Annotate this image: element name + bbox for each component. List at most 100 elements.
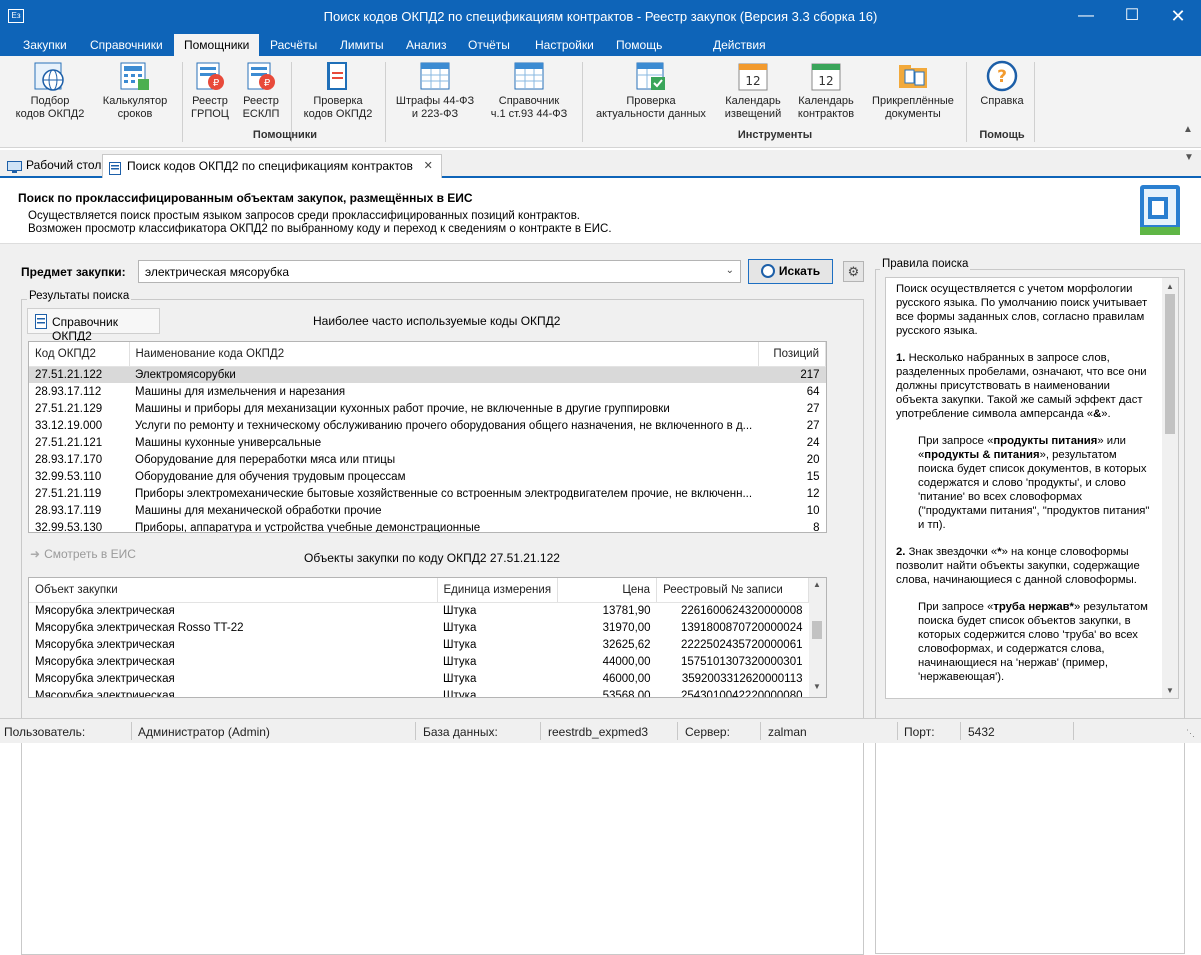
settings-gear-icon[interactable]: ⚙: [843, 261, 864, 282]
view-in-eis-label: Смотреть в ЕИС: [44, 547, 136, 561]
menu-analysis[interactable]: Анализ: [396, 34, 457, 56]
price-cell: 31970,00: [602, 621, 651, 634]
help-button[interactable]: ? Справка: [974, 60, 1030, 108]
table-row[interactable]: 33.12.19.000 Услуги по ремонту и техничес…: [29, 417, 826, 434]
column-header-name[interactable]: Наименование кода ОКПД2: [129, 342, 759, 367]
rule-keyword: труба нержав*: [993, 601, 1074, 613]
column-header-positions[interactable]: Позиций: [758, 342, 826, 367]
data-actuality-button[interactable]: Проверка актуальности данных: [588, 60, 714, 121]
table-row[interactable]: Мясорубка электрическая Rosso TT-22 Штука…: [29, 619, 809, 636]
okpd2-selection-button[interactable]: Подбор кодов ОКПД2: [10, 60, 90, 121]
table-row[interactable]: 32.99.53.110 Оборудование для обучения тр…: [29, 468, 826, 485]
column-header-code[interactable]: Код ОКПД2: [29, 342, 130, 367]
menu-reports[interactable]: Отчёты: [458, 34, 520, 56]
column-header-object[interactable]: Объект закупки: [29, 578, 438, 603]
positions-cell: 10: [806, 504, 820, 517]
notices-calendar-button[interactable]: 12 Календарь извещений: [719, 60, 787, 121]
table-row[interactable]: Мясорубка электрическая Штука 53568,00 2543…: [29, 687, 809, 698]
close-button[interactable]: ✕: [1155, 0, 1201, 34]
search-input[interactable]: электрическая мясорубка: [145, 265, 289, 279]
table-row[interactable]: Мясорубка электрическая Штука 44000,00 1575…: [29, 653, 809, 670]
table-row[interactable]: 27.51.21.122 Электромясорубки 217: [29, 366, 826, 383]
positions-cell: 27: [806, 402, 820, 415]
scroll-up-icon[interactable]: ▲: [1166, 280, 1174, 294]
registry-ruble-icon: ₽: [245, 60, 277, 92]
ribbon-label: Прикреплённые документы: [872, 95, 954, 120]
okpd2-check-button[interactable]: Проверка кодов ОКПД2: [298, 60, 378, 121]
search-button[interactable]: Искать: [748, 259, 833, 284]
maximize-button[interactable]: ☐: [1109, 0, 1155, 34]
menu-purchases[interactable]: Закупки: [13, 34, 77, 56]
table-row[interactable]: 28.93.17.112 Машины для измельчения и нар…: [29, 383, 826, 400]
server-value: zalman: [768, 725, 807, 739]
table-row[interactable]: 32.99.53.130 Приборы, аппаратура и устрой…: [29, 519, 826, 533]
unit-cell: Штука: [443, 689, 477, 698]
esklp-registry-button[interactable]: ₽ Реестр ЕСКЛП: [238, 60, 284, 121]
menu-actions[interactable]: Действия: [703, 34, 776, 56]
name-cell: Машины для механической обработки прочие: [135, 504, 382, 517]
objects-scrollbar[interactable]: ▲ ▼: [809, 578, 826, 697]
rule-text: » результатом поиска будет список объект…: [918, 601, 1148, 683]
code-cell: 27.51.21.119: [35, 487, 102, 500]
close-tab-icon[interactable]: ✕: [424, 155, 433, 177]
okpd2-reference-button[interactable]: Справочник ОКПД2: [27, 308, 160, 343]
positions-cell: 217: [758, 366, 826, 383]
column-header-price[interactable]: Цена: [557, 578, 658, 603]
grpoc-registry-button[interactable]: ₽ Реестр ГРПОЦ: [187, 60, 233, 121]
chevron-down-icon[interactable]: ⌄: [726, 265, 734, 276]
scroll-thumb[interactable]: [1165, 294, 1175, 434]
table-row[interactable]: 27.51.21.119 Приборы электромеханические …: [29, 485, 826, 502]
ribbon-label: Подбор кодов ОКПД2: [15, 95, 85, 120]
price-cell: 46000,00: [602, 672, 651, 685]
table-row[interactable]: Мясорубка электрическая Штука 32625,62 2222…: [29, 636, 809, 653]
name-cell: Оборудование для обучения трудовым проце…: [135, 470, 406, 483]
table-row[interactable]: 27.51.21.129 Машины и приборы для механиз…: [29, 400, 826, 417]
unit-cell: Штука: [443, 621, 477, 634]
calendar-green-icon: 12: [810, 60, 842, 92]
menu-help[interactable]: Помощь: [606, 34, 672, 56]
object-cell: Мясорубка электрическая: [35, 655, 175, 668]
column-header-unit[interactable]: Единица измерения: [437, 578, 559, 603]
monitor-icon: [7, 159, 22, 181]
rules-scrollbar[interactable]: ▲ ▼: [1162, 278, 1178, 698]
scroll-down-icon[interactable]: ▼: [1166, 684, 1174, 698]
deadline-calculator-button[interactable]: Калькулятор сроков: [97, 60, 173, 121]
scroll-up-icon[interactable]: ▲: [813, 580, 821, 589]
menu-helpers[interactable]: Помощники: [174, 34, 260, 56]
column-header-registry-number[interactable]: Реестровый № записи: [656, 578, 809, 603]
collapse-ribbon-icon[interactable]: ▲: [1183, 124, 1193, 135]
scroll-thumb[interactable]: [812, 621, 822, 639]
table-row[interactable]: 27.51.21.121 Машины кухонные универсальны…: [29, 434, 826, 451]
table-row[interactable]: Мясорубка электрическая Штука 13781,90 2261…: [29, 602, 809, 619]
table-check-icon: [635, 60, 667, 92]
contracts-calendar-button[interactable]: 12 Календарь контрактов: [792, 60, 860, 121]
menu-references[interactable]: Справочники: [80, 34, 173, 56]
search-label: Предмет закупки:: [21, 265, 126, 279]
menu-settings[interactable]: Настройки: [525, 34, 604, 56]
tabs-dropdown-icon[interactable]: ▼: [1184, 152, 1194, 163]
price-cell: 13781,90: [602, 604, 651, 617]
positions-cell: 20: [806, 453, 820, 466]
table-icon: [513, 60, 545, 92]
tab-label: Поиск кодов ОКПД2 по спецификациям контр…: [127, 159, 413, 173]
table-row[interactable]: 28.93.17.119 Машины для механической обра…: [29, 502, 826, 519]
code-cell: 27.51.21.129: [35, 402, 103, 415]
svg-text:₽: ₽: [264, 78, 271, 89]
tab-okpd2-search[interactable]: Поиск кодов ОКПД2 по спецификациям контр…: [102, 154, 442, 178]
scroll-down-icon[interactable]: ▼: [813, 682, 821, 691]
view-in-eis-button[interactable]: ➜ Смотреть в ЕИС: [30, 547, 136, 561]
table-row[interactable]: Мясорубка электрическая Штука 46000,00 3592…: [29, 670, 809, 687]
reference-93-button[interactable]: Справочник ч.1 ст.93 44-ФЗ: [484, 60, 574, 121]
book-icon: [35, 314, 47, 332]
menu-calculations[interactable]: Расчёты: [260, 34, 327, 56]
minimize-button[interactable]: —: [1063, 0, 1109, 34]
resize-grip-icon[interactable]: ⋱: [1186, 728, 1195, 739]
fines-button[interactable]: Штрафы 44-ФЗ и 223-ФЗ: [390, 60, 480, 121]
price-cell: 53568,00: [602, 689, 651, 698]
attached-documents-button[interactable]: Прикреплённые документы: [866, 60, 960, 121]
tab-desktop[interactable]: Рабочий стол: [2, 154, 107, 178]
menu-limits[interactable]: Лимиты: [330, 34, 394, 56]
ribbon-label: Проверка кодов ОКПД2: [303, 95, 373, 120]
table-row[interactable]: 28.93.17.170 Оборудование для переработки…: [29, 451, 826, 468]
search-combobox[interactable]: электрическая мясорубка ⌄: [138, 260, 741, 283]
